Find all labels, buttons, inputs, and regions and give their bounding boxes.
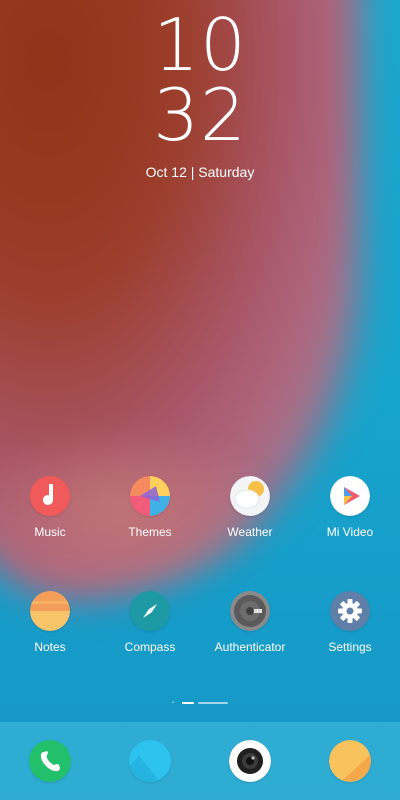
app-label: Mi Video: [326, 525, 374, 539]
page-dot: [198, 702, 228, 704]
app-notes[interactable]: Notes: [0, 591, 100, 654]
dock: [0, 722, 400, 800]
settings-icon: [330, 591, 370, 631]
clock-hour: 10: [153, 3, 247, 87]
app-weather[interactable]: Weather: [200, 476, 300, 539]
page-dot-active: [182, 702, 194, 704]
app-label: Music: [34, 525, 66, 539]
app-mi-video[interactable]: Mi Video: [300, 476, 400, 539]
compass-icon: [130, 591, 170, 631]
notes-icon: [30, 591, 70, 631]
app-grid-row-2: Notes Compass Authenticator Settings: [0, 591, 400, 654]
clock-minute: 32: [153, 73, 247, 157]
music-icon: [30, 476, 70, 516]
app-label: Notes: [34, 640, 66, 654]
weather-icon: [230, 476, 270, 516]
chat-icon: [329, 740, 371, 782]
dock-chat[interactable]: [300, 740, 400, 782]
app-label: Themes: [128, 525, 172, 539]
dock-messaging[interactable]: [100, 740, 200, 782]
app-grid-row-1: Music Themes Weather Mi Video: [0, 476, 400, 539]
app-music[interactable]: Music: [0, 476, 100, 539]
app-settings[interactable]: Settings: [300, 591, 400, 654]
app-label: Compass: [124, 640, 176, 654]
app-label: Settings: [328, 640, 372, 654]
app-compass[interactable]: Compass: [100, 591, 200, 654]
clock-widget[interactable]: 10 32: [0, 3, 400, 157]
themes-icon: [130, 476, 170, 516]
video-icon: [330, 476, 370, 516]
app-label: Authenticator: [214, 640, 286, 654]
home-page-dot: ▪: [172, 700, 175, 706]
authenticator-icon: [230, 591, 270, 631]
app-label: Weather: [227, 525, 273, 539]
dock-camera[interactable]: [200, 740, 300, 782]
app-themes[interactable]: Themes: [100, 476, 200, 539]
dock-phone[interactable]: [0, 740, 100, 782]
date-text[interactable]: Oct 12 | Saturday: [0, 164, 400, 180]
page-indicator[interactable]: ▪: [0, 700, 400, 706]
messaging-icon: [129, 740, 171, 782]
phone-icon: [29, 740, 71, 782]
app-authenticator[interactable]: Authenticator: [200, 591, 300, 654]
camera-icon: [229, 740, 271, 782]
